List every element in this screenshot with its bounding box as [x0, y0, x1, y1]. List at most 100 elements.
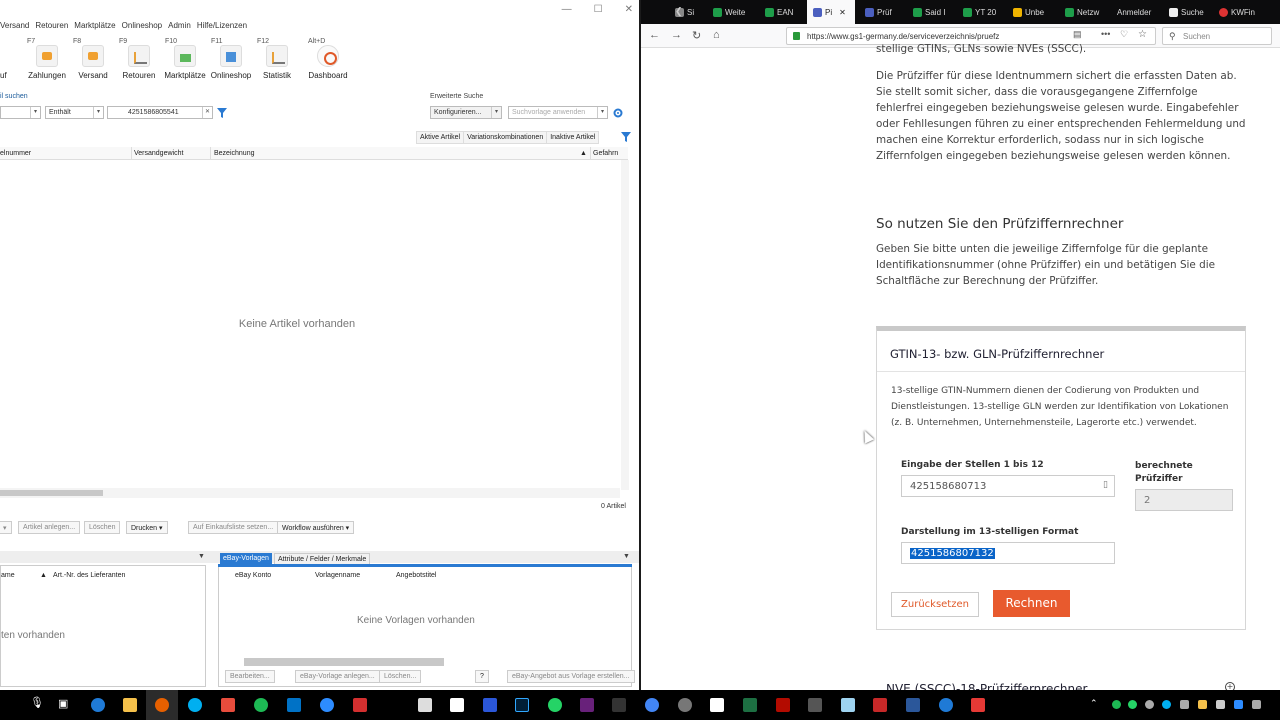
browser-tab[interactable]: Said I	[907, 0, 953, 24]
browser-tab[interactable]: Anmelder	[1111, 0, 1161, 24]
word-icon[interactable]	[906, 698, 920, 712]
add-article-button[interactable]: Artikel anlegen...	[18, 521, 81, 534]
ie-icon[interactable]	[939, 698, 953, 712]
browser-tab[interactable]: KWFin	[1213, 0, 1269, 24]
configure-button[interactable]: Konfigurieren... ▾	[430, 106, 502, 119]
browser-tab[interactable]: Prüf	[859, 0, 903, 24]
tab-active-articles[interactable]: Aktive Artikel	[416, 131, 464, 144]
column-header[interactable]: Vorlagenname	[315, 572, 360, 579]
app-icon[interactable]	[808, 698, 822, 712]
search-input[interactable]: 4251586805541 ✕	[107, 106, 213, 119]
visual-studio-icon[interactable]	[580, 698, 594, 712]
ribbon-button-returns[interactable]: F9 Retouren	[116, 36, 162, 86]
delete-button[interactable]: Löschen...	[379, 670, 422, 683]
skype-icon[interactable]	[188, 698, 202, 712]
expand-plus-icon[interactable]: +	[1225, 682, 1235, 690]
edge-icon[interactable]	[91, 698, 105, 712]
create-listing-button[interactable]: eBay-Angebot aus Vorlage erstellen...	[507, 670, 635, 683]
forward-icon[interactable]: →	[671, 29, 682, 41]
back-icon[interactable]: ←	[649, 29, 660, 41]
microphone-icon[interactable]: 🎙	[30, 696, 44, 709]
column-header[interactable]: Angebotstitel	[396, 572, 436, 579]
search-template-select[interactable]: Suchvorlage anwenden ▾	[508, 106, 608, 119]
ribbon-button-onlineshop[interactable]: F11 Onlineshop	[208, 36, 254, 86]
maximize-icon[interactable]: ☐	[594, 4, 603, 15]
tray-icon[interactable]	[1162, 700, 1171, 709]
menu-item[interactable]: Hilfe/Lizenzen	[191, 18, 253, 34]
more-actions-icon[interactable]: •••	[1101, 29, 1110, 39]
filter-icon[interactable]	[621, 132, 631, 142]
firefox-icon[interactable]	[155, 698, 169, 712]
scroll-tabs-left-icon[interactable]: ❮	[675, 6, 683, 17]
reload-icon[interactable]: ↻	[692, 29, 701, 42]
bookmark-star-icon[interactable]: ☆	[1138, 29, 1147, 40]
column-header[interactable]: eBay Konto	[235, 572, 271, 579]
clear-icon[interactable]: ✕	[202, 107, 212, 118]
help-button[interactable]: ?	[475, 670, 489, 683]
calculate-button[interactable]: Rechnen	[993, 590, 1070, 617]
tray-chevron-icon[interactable]: ⌃	[1090, 698, 1098, 709]
browser-tab[interactable]: EAN	[759, 0, 805, 24]
gtin13-output[interactable]: 4251586807132	[901, 542, 1115, 564]
ribbon-button-dashboard[interactable]: Alt+D Dashboard	[300, 36, 356, 86]
ribbon-button-payments[interactable]: F7 Zahlungen	[24, 36, 70, 86]
app-icon[interactable]	[612, 698, 626, 712]
add-ebay-template-button[interactable]: eBay-Vorlage anlegen...	[295, 670, 380, 683]
search-field-select[interactable]: ▾	[0, 106, 41, 119]
search-operator-select[interactable]: Enthält ▾	[45, 106, 104, 119]
ribbon-button-marketplaces[interactable]: F10 Marktplätze	[162, 36, 208, 86]
column-header[interactable]: elnummer	[0, 150, 31, 157]
add-to-shopping-list-button[interactable]: Auf Einkaufsliste setzen...	[188, 521, 279, 534]
tray-icon[interactable]	[1145, 700, 1154, 709]
ribbon-button-purchase[interactable]: uf	[0, 36, 24, 86]
ribbon-button-statistics[interactable]: F12 Statistik	[254, 36, 300, 86]
tray-icon[interactable]	[1128, 700, 1137, 709]
close-icon[interactable]: ✕	[625, 4, 633, 15]
photoshop-icon[interactable]	[515, 698, 529, 712]
outlook-icon[interactable]	[287, 698, 301, 712]
browser-tab[interactable]: Suche	[1163, 0, 1209, 24]
jtl-icon[interactable]	[710, 698, 724, 712]
app-icon[interactable]	[450, 698, 464, 712]
excel-icon[interactable]	[743, 698, 757, 712]
close-tab-icon[interactable]: ✕	[839, 8, 846, 17]
pocket-icon[interactable]: ♡	[1120, 29, 1128, 40]
chevron-down-icon[interactable]: ▼	[623, 553, 630, 560]
run-workflow-button[interactable]: Workflow ausführen ▾	[277, 521, 355, 534]
app-icon[interactable]	[353, 698, 367, 712]
menu-item[interactable]: Marktplätze	[68, 18, 121, 34]
sscc-calculator-heading[interactable]: NVE (SSCC)-18-Prüfziffernrechner	[886, 682, 1087, 690]
teamviewer-icon[interactable]	[320, 698, 334, 712]
column-header[interactable]: Gefahrn	[593, 150, 618, 157]
app-icon[interactable]	[841, 698, 855, 712]
reader-view-icon[interactable]: ▤	[1073, 29, 1082, 40]
home-icon[interactable]: ⌂	[713, 29, 720, 41]
print-button[interactable]: Drucken ▾	[126, 521, 168, 534]
scrollbar-thumb[interactable]	[244, 658, 444, 666]
tab-inactive-articles[interactable]: Inaktive Artikel	[546, 131, 600, 144]
autofill-icon[interactable]: ▯	[1103, 480, 1108, 490]
column-header[interactable]: Art.-Nr. des Lieferanten	[53, 572, 125, 579]
app-icon[interactable]	[483, 698, 497, 712]
whatsapp-icon[interactable]	[548, 698, 562, 712]
spotify-icon[interactable]	[254, 698, 268, 712]
dropdown-button[interactable]: ▾	[0, 521, 12, 534]
task-view-icon[interactable]: ▣	[58, 697, 68, 710]
browser-tab[interactable]: Netzw	[1059, 0, 1107, 24]
column-header[interactable]: Versandgewicht	[134, 150, 183, 157]
browser-tab[interactable]: YT 20	[957, 0, 1003, 24]
column-header[interactable]: ame	[1, 572, 15, 579]
browser-tab[interactable]: Unbe	[1007, 0, 1055, 24]
gear-icon[interactable]	[613, 108, 623, 118]
browser-tab-active[interactable]: Pi ✕	[807, 0, 855, 24]
reset-button[interactable]: Zurücksetzen	[891, 592, 979, 617]
file-explorer-icon[interactable]	[123, 698, 137, 712]
chevron-down-icon[interactable]: ▼	[198, 553, 205, 560]
digits-input[interactable]: 425158680713 ▯	[901, 475, 1115, 497]
app-icon[interactable]	[971, 698, 985, 712]
filter-icon[interactable]	[217, 108, 227, 118]
tray-icon[interactable]	[1252, 700, 1261, 709]
minimize-icon[interactable]: —	[562, 4, 572, 15]
tray-icon[interactable]	[1216, 700, 1225, 709]
delete-button[interactable]: Löschen	[84, 521, 121, 534]
